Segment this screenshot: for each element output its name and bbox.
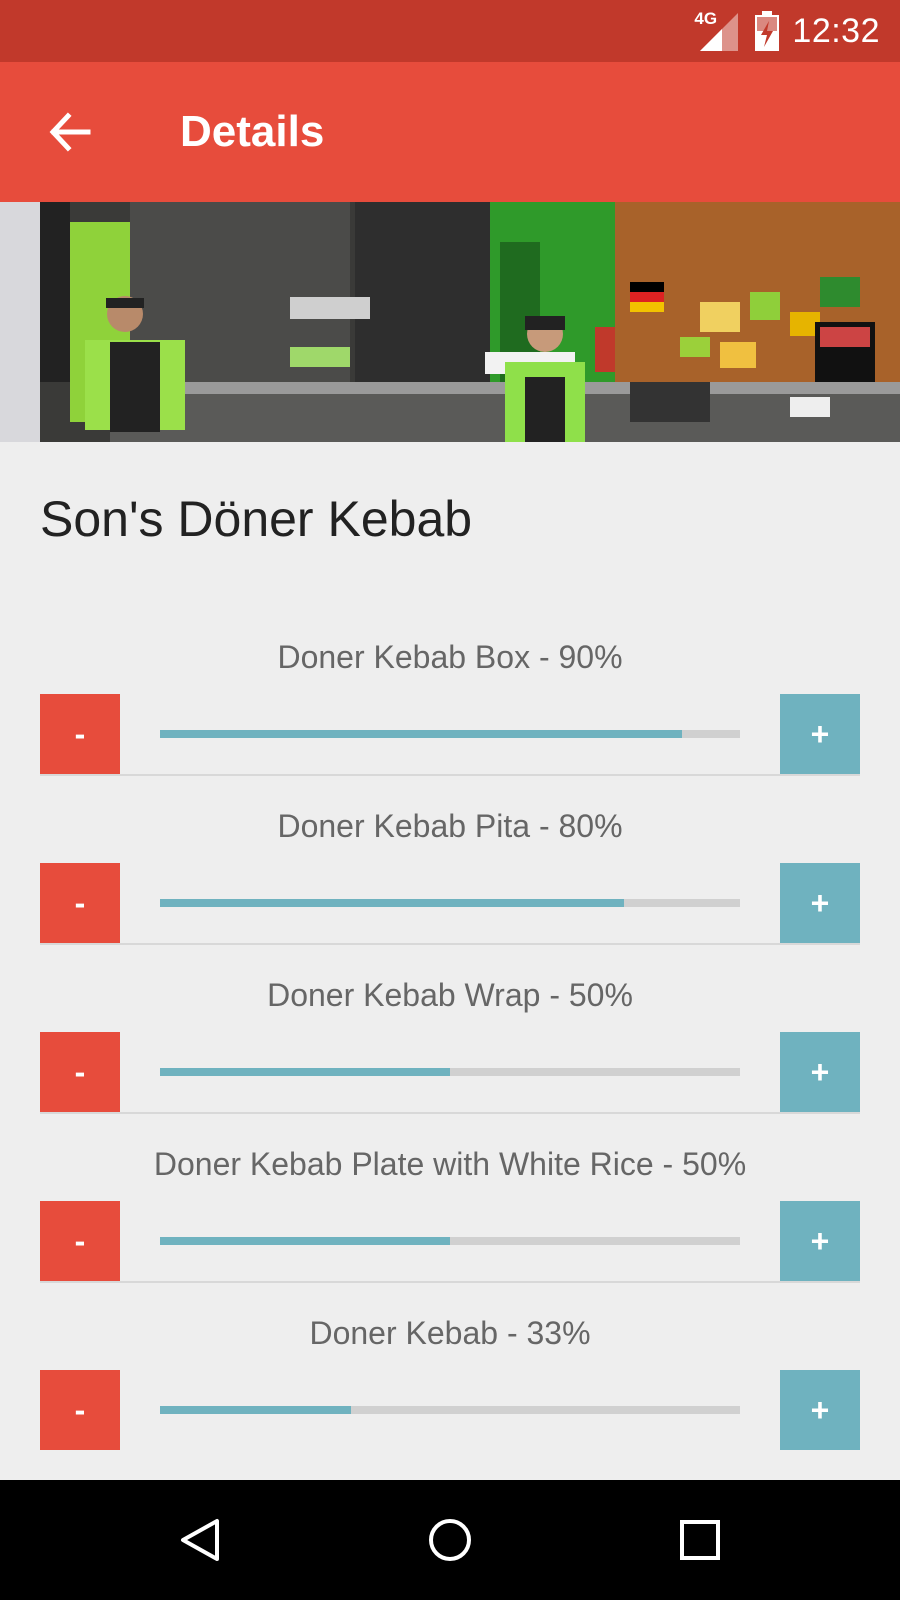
nav-back-icon: [181, 1519, 219, 1561]
nav-recents-icon: [680, 1520, 720, 1560]
progress-bar: [160, 899, 740, 907]
progress-bar: [160, 1237, 740, 1245]
back-button[interactable]: [40, 102, 100, 162]
item-row: Doner Kebab - 33% - +: [40, 1308, 860, 1450]
progress-fill: [160, 1068, 450, 1076]
clock: 12:32: [792, 11, 880, 50]
increase-button[interactable]: +: [780, 1370, 860, 1450]
divider: [40, 943, 860, 945]
item-label: Doner Kebab Pita - 80%: [277, 808, 623, 844]
decrease-button[interactable]: -: [40, 1032, 120, 1112]
progress-fill: [160, 730, 682, 738]
item-row: Doner Kebab Wrap - 50% - +: [40, 970, 860, 1114]
signal-icon: 4G: [694, 7, 742, 55]
decrease-button[interactable]: -: [40, 1370, 120, 1450]
item-row: Doner Kebab Box - 90% - +: [40, 632, 860, 776]
increase-button[interactable]: +: [780, 1201, 860, 1281]
status-bar: 4G 12:32: [0, 0, 900, 62]
increase-button[interactable]: +: [780, 694, 860, 774]
item-row: Doner Kebab Pita - 80% - +: [40, 801, 860, 945]
restaurant-photo: [0, 202, 900, 442]
restaurant-name: Son's Döner Kebab: [40, 491, 473, 547]
nav-back-button[interactable]: [160, 1500, 240, 1580]
increase-button[interactable]: +: [780, 863, 860, 943]
divider: [40, 1112, 860, 1114]
nav-home-button[interactable]: [410, 1500, 490, 1580]
progress-fill: [160, 1406, 352, 1414]
item-label: Doner Kebab Wrap - 50%: [267, 977, 633, 1013]
decrease-button[interactable]: -: [40, 1201, 120, 1281]
progress-bar: [160, 730, 740, 738]
battery-charging-icon: [754, 11, 780, 51]
navigation-bar: [0, 1480, 900, 1600]
item-row: Doner Kebab Plate with White Rice - 50% …: [40, 1139, 860, 1283]
nav-home-icon: [429, 1519, 471, 1561]
status-icons: 4G 12:32: [694, 0, 880, 62]
nav-recents-button[interactable]: [660, 1500, 740, 1580]
item-label: Doner Kebab - 33%: [309, 1315, 591, 1351]
decrease-button[interactable]: -: [40, 863, 120, 943]
page-title: Details: [180, 107, 325, 156]
item-label: Doner Kebab Plate with White Rice - 50%: [153, 1146, 747, 1182]
app-bar: Details: [0, 62, 900, 202]
increase-button[interactable]: +: [780, 1032, 860, 1112]
progress-fill: [160, 1237, 450, 1245]
progress-fill: [160, 899, 624, 907]
progress-bar: [160, 1406, 740, 1414]
item-label: Doner Kebab Box - 90%: [277, 639, 623, 675]
divider: [40, 774, 860, 776]
arrow-left-icon: [49, 112, 91, 152]
progress-bar: [160, 1068, 740, 1076]
decrease-button[interactable]: -: [40, 694, 120, 774]
divider: [40, 1281, 860, 1283]
